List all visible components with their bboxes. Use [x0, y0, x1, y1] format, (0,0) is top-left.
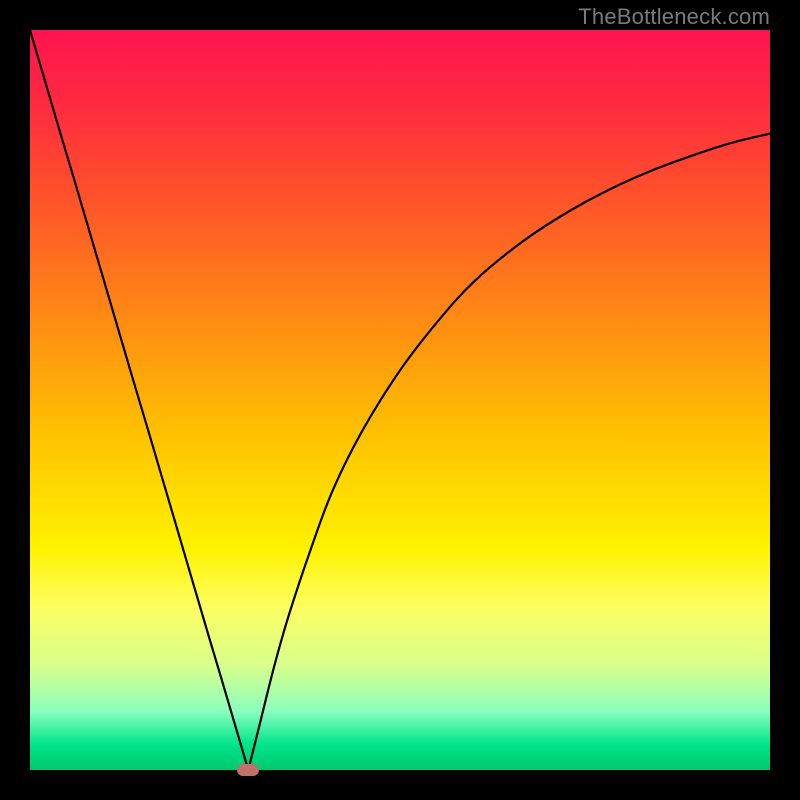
bottleneck-chart — [30, 30, 770, 770]
chart-frame — [30, 30, 770, 770]
gradient-background — [30, 30, 770, 770]
watermark-text: TheBottleneck.com — [578, 4, 770, 30]
minimum-point-marker — [237, 764, 259, 776]
